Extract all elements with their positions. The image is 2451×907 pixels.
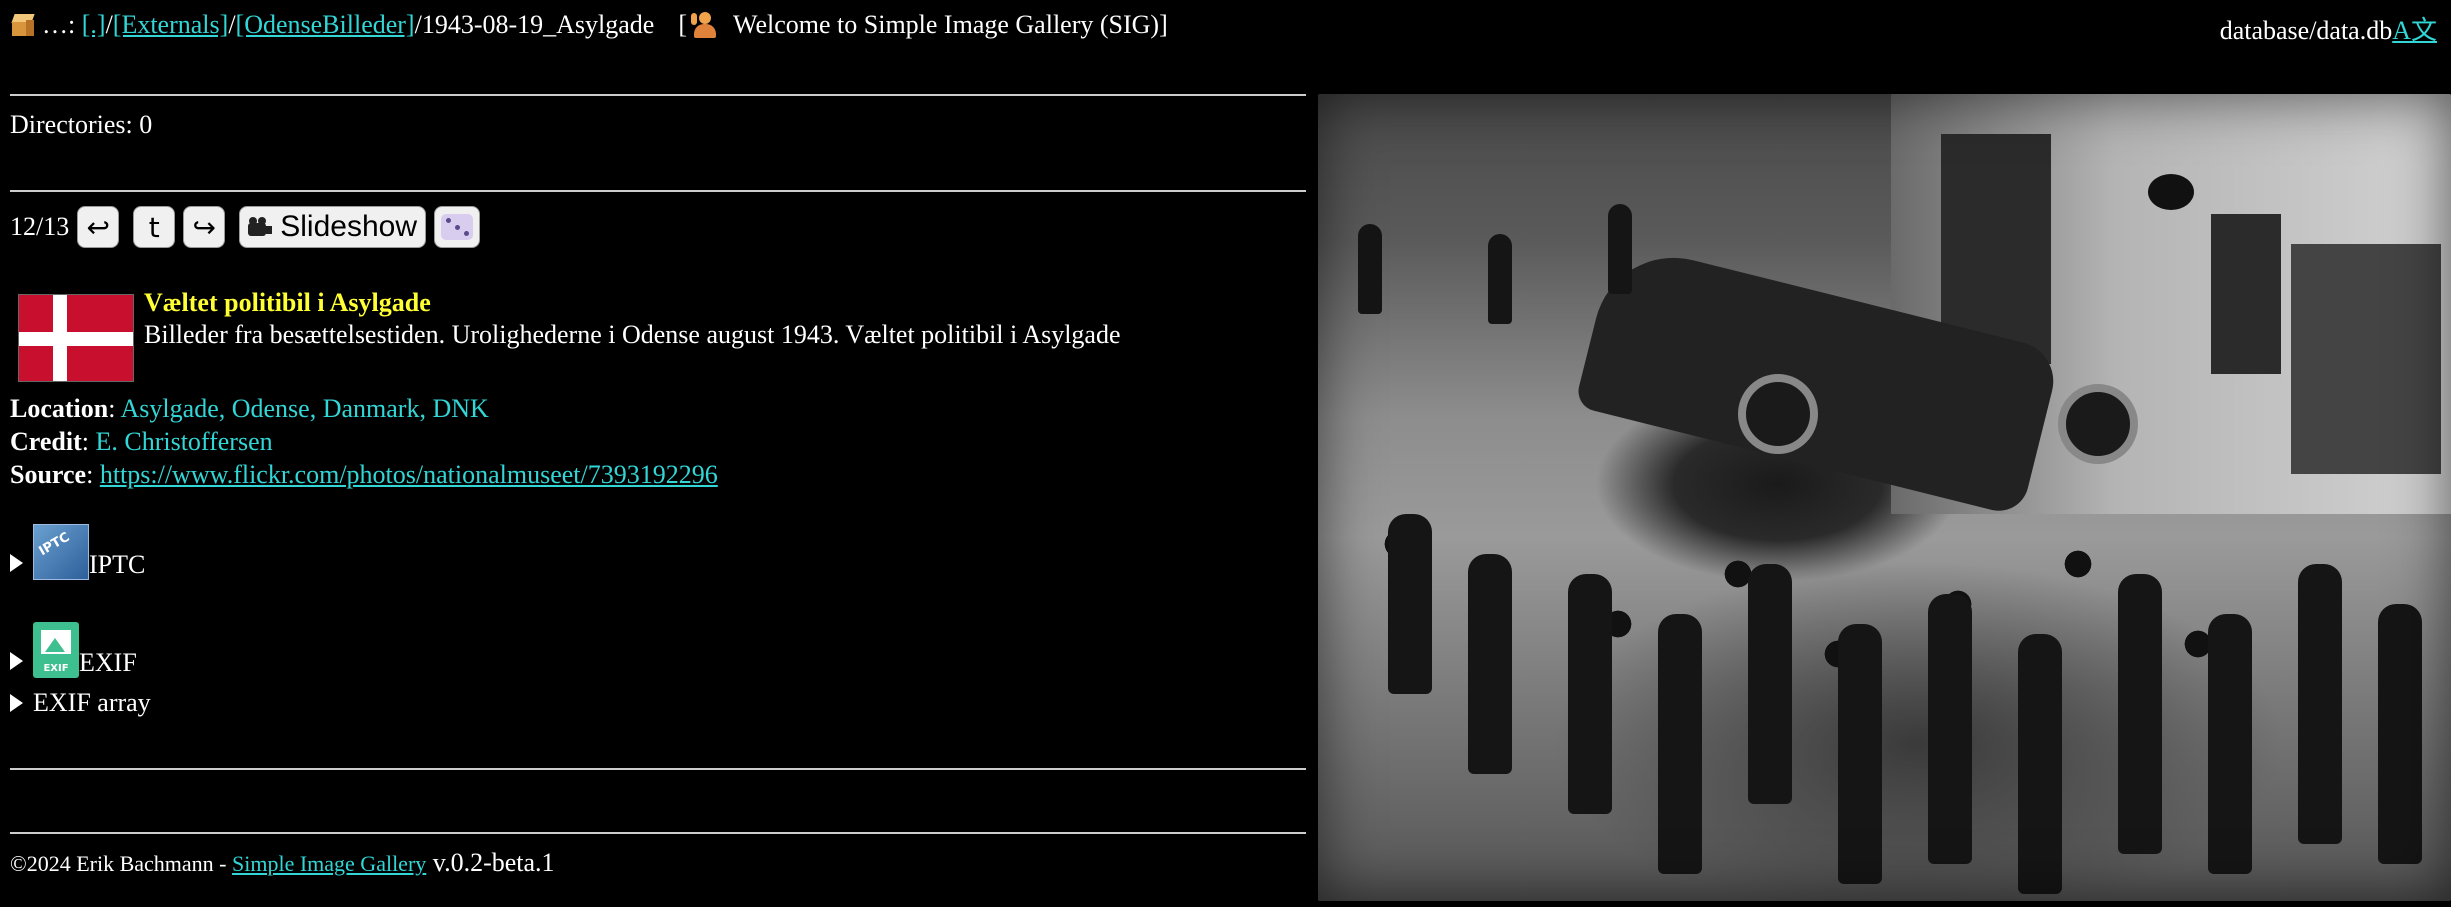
database-path: database/data.db (2219, 16, 2393, 45)
database-info: database/data.dbA文 (2220, 10, 2437, 47)
divider (10, 94, 1306, 96)
projector-icon (248, 217, 273, 237)
location-value: Asylgade, Odense, Danmark, DNK (120, 394, 489, 423)
random-button[interactable] (433, 206, 480, 248)
previous-arrow-icon: ↩ (86, 210, 110, 244)
iptc-icon-text: IPTC (36, 529, 73, 560)
directories-count: Directories: 0 (10, 110, 153, 139)
footer: ©2024 Erik Bachmann - Simple Image Galle… (10, 848, 555, 878)
sig-link[interactable]: Simple Image Gallery (232, 851, 426, 876)
slideshow-label: Slideshow (280, 210, 417, 243)
denmark-flag-icon (18, 294, 134, 382)
breadcrumb-link-odensebilleder[interactable]: [OdenseBilleder] (236, 10, 415, 40)
iptc-icon: IPTC (33, 524, 89, 580)
breadcrumb-link-root[interactable]: [.] (82, 10, 106, 40)
disclosure-triangle-icon (10, 554, 23, 572)
next-arrow-icon: ↪ (192, 210, 216, 244)
location-label: Location (10, 394, 109, 423)
previous-button[interactable]: ↩ (77, 206, 120, 248)
version-text: v.0.2-beta.1 (426, 848, 555, 877)
breadcrumb-prefix: …: (42, 10, 76, 39)
exif-array-label: EXIF array (33, 688, 151, 717)
exif-toggle[interactable]: EXIF EXIF (10, 622, 137, 678)
disclosure-triangle-icon (10, 694, 23, 712)
breadcrumb-link-externals[interactable]: [Externals] (113, 10, 229, 40)
credit-row: Credit: E. Christoffersen (10, 427, 273, 456)
breadcrumb-separator: / (105, 10, 113, 39)
source-row: Source: https://www.flickr.com/photos/na… (10, 460, 718, 489)
welcome-open-bracket: [ (678, 10, 688, 39)
image-title: Væltet politibil i Asylgade (144, 288, 431, 317)
divider (10, 190, 1306, 192)
iptc-toggle[interactable]: IPTC IPTC (10, 524, 145, 580)
disclosure-triangle-icon (10, 652, 23, 670)
copyright-text: ©2024 Erik Bachmann - (10, 851, 232, 876)
exif-label: EXIF (79, 648, 137, 677)
source-label: Source (10, 460, 87, 489)
image-position: 12/13 (10, 212, 70, 241)
breadcrumb-separator: / (228, 10, 236, 39)
breadcrumb-current: /1943-08-19_Asylgade (414, 10, 655, 39)
package-icon (10, 12, 36, 38)
image-description: Billeder fra besættelsestiden. Urolighed… (144, 320, 1121, 349)
credit-label: Credit (10, 427, 82, 456)
exif-icon-text: EXIF (43, 663, 69, 674)
photo-vignette (1318, 94, 2451, 901)
next-button[interactable]: ↪ (183, 206, 226, 248)
iptc-label: IPTC (89, 550, 146, 579)
divider (10, 832, 1306, 834)
slideshow-button[interactable]: Slideshow (239, 206, 426, 248)
divider (10, 768, 1306, 770)
language-link[interactable]: A文 (2392, 16, 2437, 45)
dice-icon (440, 214, 473, 240)
welcome-text: Welcome to Simple Image Gallery (SIG)] (733, 10, 1168, 39)
exif-image-icon: EXIF (33, 622, 79, 678)
exif-array-toggle[interactable]: EXIF array (10, 688, 151, 718)
source-link[interactable]: https://www.flickr.com/photos/nationalmu… (100, 460, 718, 489)
up-label: t (148, 210, 160, 244)
location-row: Location: Asylgade, Odense, Danmark, DNK (10, 394, 489, 423)
breadcrumb: …: [.] / [Externals] / [OdenseBilleder]/1943… (10, 10, 1168, 40)
navigation-bar: 12/13 ↩ t ↪ Slideshow (10, 206, 480, 248)
person-waving-icon (691, 11, 719, 39)
up-button[interactable]: t (133, 206, 176, 248)
main-photo[interactable] (1318, 94, 2451, 901)
credit-value: E. Christoffersen (95, 427, 273, 456)
